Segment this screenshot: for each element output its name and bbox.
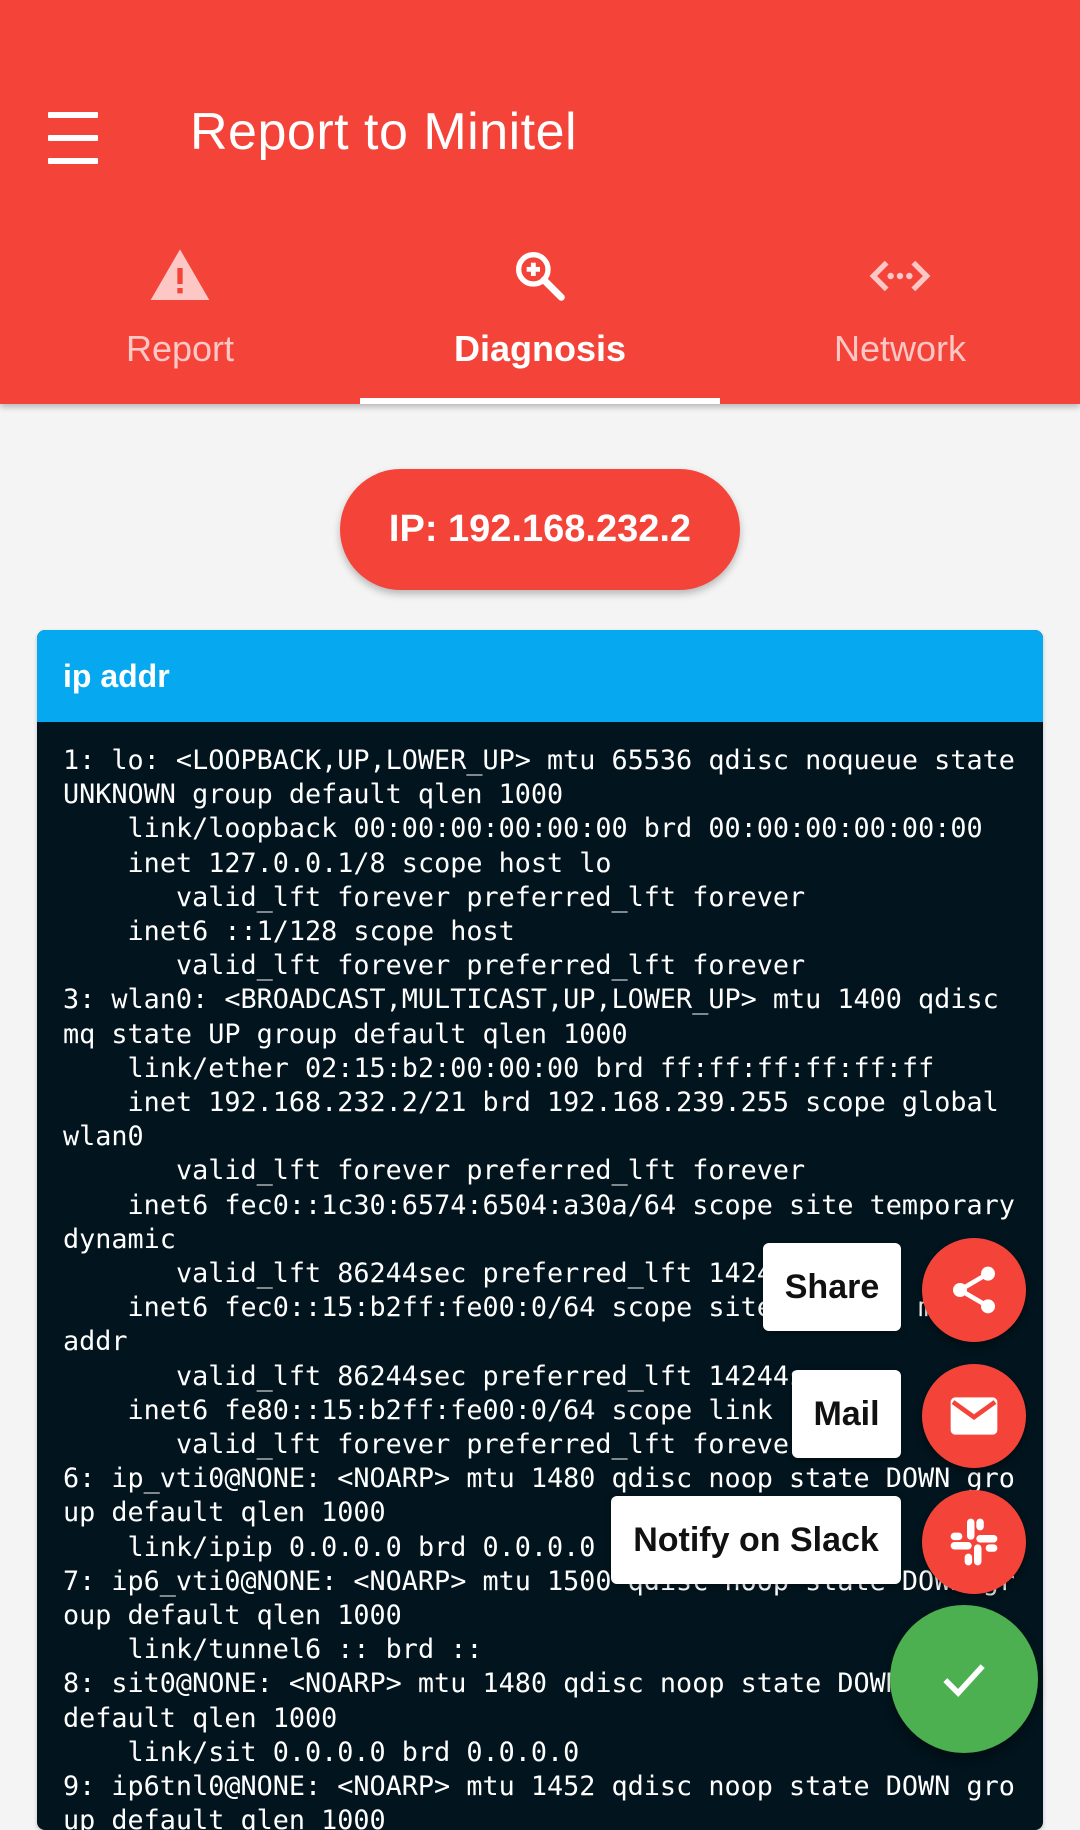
ip-address-button[interactable]: IP: 192.168.232.2 [340,469,740,590]
slack-label[interactable]: Notify on Slack [611,1496,901,1584]
share-icon [953,1266,995,1314]
tab-network-label: Network [833,328,967,369]
ip-addr-card: ip addr 1: lo: <LOOPBACK,UP,LOWER_UP> mt… [37,630,1043,1830]
zoom-in-icon [516,251,565,301]
share-label[interactable]: Share [763,1243,901,1331]
menu-icon[interactable] [40,112,106,164]
mail-button[interactable] [922,1364,1026,1468]
settings-ethernet-icon [869,260,931,292]
warning-icon [150,249,210,300]
tab-network[interactable]: Network [720,224,1080,404]
slack-icon [950,1518,998,1566]
tab-bar: Report Diagnosis Network [0,224,1080,404]
tab-report-label: Report [125,328,235,369]
tab-diagnosis[interactable]: Diagnosis [360,224,720,404]
tab-indicator [360,398,720,404]
card-title: ip addr [37,630,1043,722]
check-icon [943,1664,985,1698]
confirm-fab[interactable] [890,1605,1038,1753]
share-button[interactable] [922,1238,1026,1342]
tab-diagnosis-label: Diagnosis [453,328,627,369]
mail-label[interactable]: Mail [792,1370,901,1458]
slack-button[interactable] [922,1490,1026,1594]
tab-report[interactable]: Report [0,224,360,404]
app-bar: Report to Minitel Report Diagnosis Netwo… [0,0,1080,404]
mail-icon [950,1397,998,1435]
app-title: Report to Minitel [190,103,578,161]
